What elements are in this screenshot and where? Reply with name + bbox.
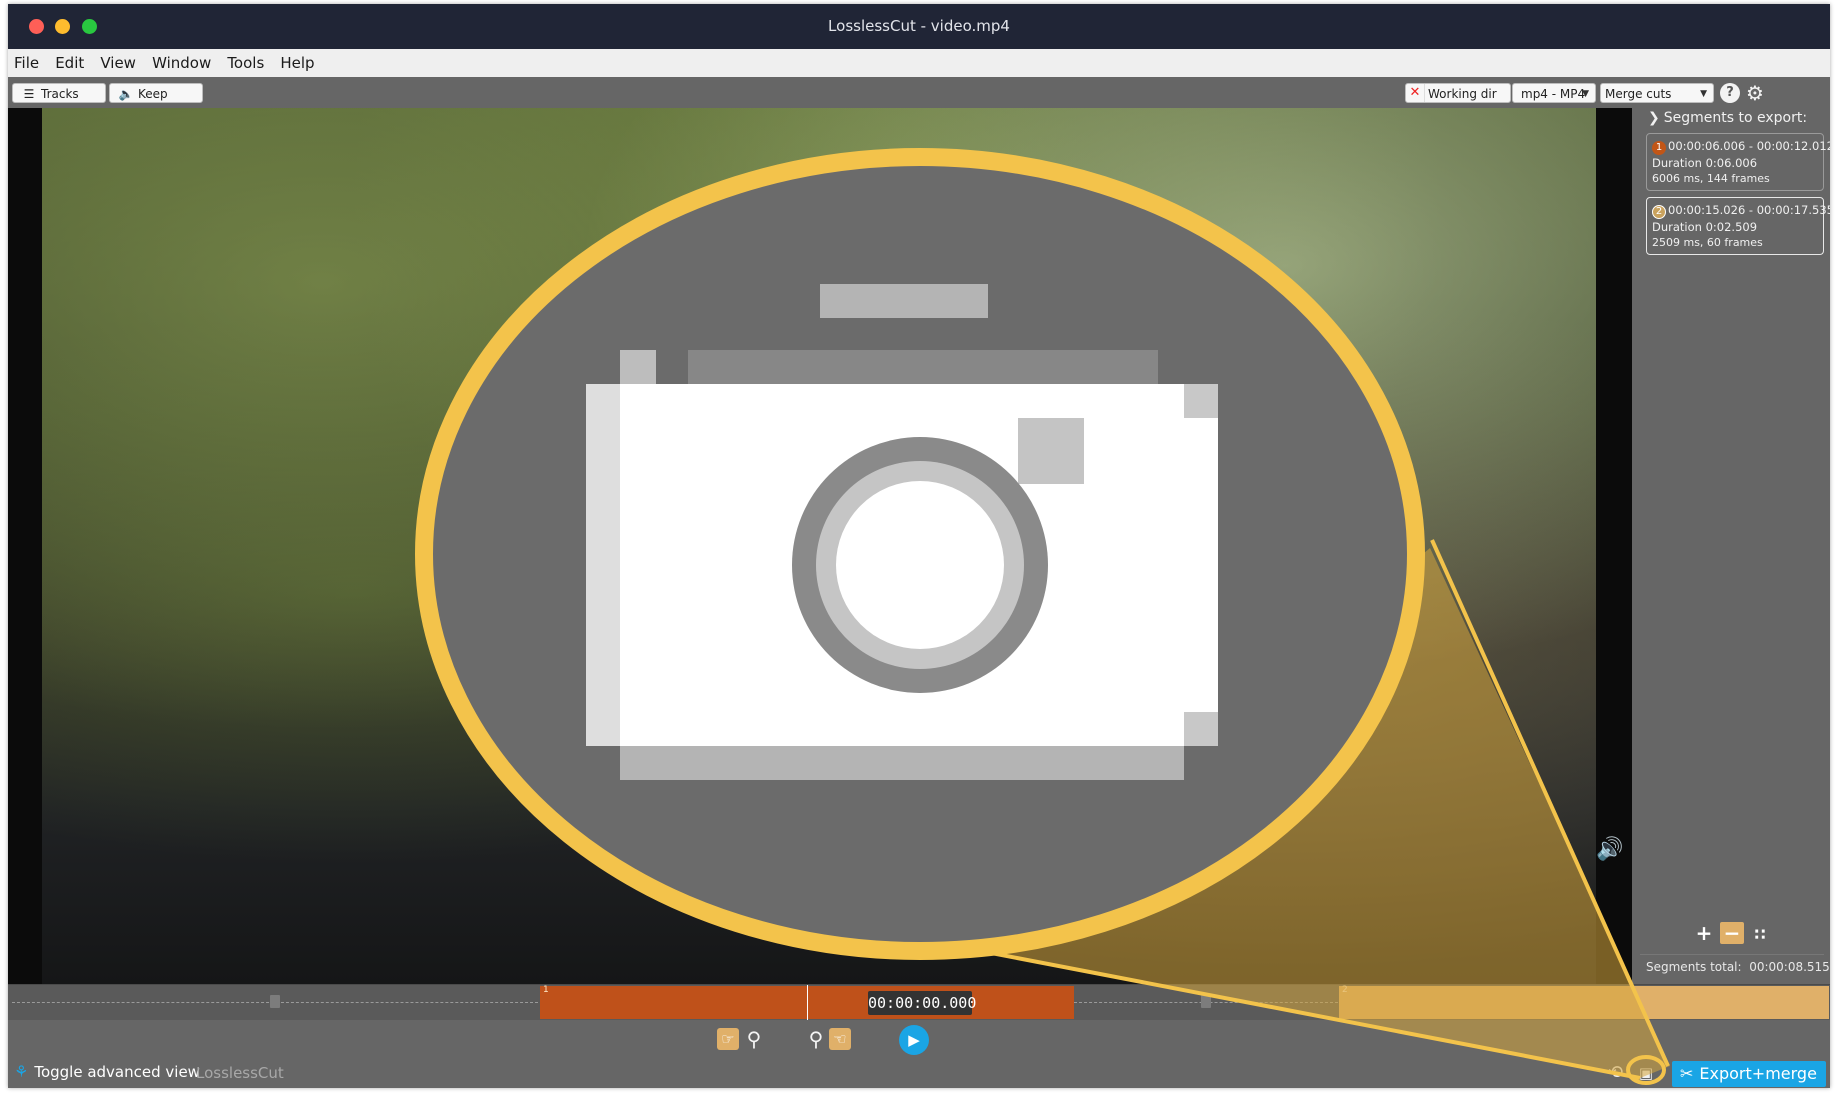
merge-mode-value: Merge cuts (1605, 87, 1672, 101)
toggle-advanced-label: Toggle advanced view (34, 1063, 200, 1081)
menu-window[interactable]: Window (146, 49, 216, 72)
timeline[interactable]: 1 2 00:00:00.000 (8, 984, 1830, 1022)
volume-icon[interactable]: 🔊 (1596, 837, 1623, 862)
working-dir-button[interactable]: ✕ Working dir set (1405, 83, 1511, 121)
format-select[interactable]: mp4 - MP4 ▼ (1512, 83, 1596, 103)
app-window: LosslessCut - video.mp4 File Edit View W… (8, 4, 1830, 1088)
menu-view[interactable]: View (94, 49, 141, 72)
segments-header[interactable]: ❯ Segments to export: (1648, 110, 1807, 126)
segment-marker-label: 2 (1342, 985, 1348, 995)
close-icon[interactable]: ✕ (1406, 84, 1425, 102)
key-icon[interactable]: ⚲ (805, 1028, 827, 1050)
list-icon: ☰ (23, 87, 35, 101)
menu-edit[interactable]: Edit (49, 49, 89, 72)
merge-mode-select[interactable]: Merge cuts ▼ (1600, 83, 1714, 103)
segment-number-badge: 1 (1652, 141, 1666, 155)
segments-total: Segments total: 00:00:08.515 (1646, 960, 1830, 974)
gear-icon[interactable]: ⚙ (1745, 83, 1765, 103)
current-time-display[interactable]: 00:00:00.000 (868, 991, 976, 1015)
segment-range: 00:00:15.026 - 00:00:17.535 (1668, 203, 1830, 217)
top-toolbar: ☰Tracks (2/2) 🔈Keep audio ✕ Working dir … (8, 77, 1830, 121)
advanced-view-icon: ⚘ (14, 1062, 29, 1081)
video-frame (42, 108, 1596, 984)
rotate-icon[interactable]: ⟲ (1608, 1062, 1623, 1083)
segment-marker-label: 1 (543, 985, 549, 995)
minus-icon[interactable]: − (1720, 922, 1744, 944)
segments-header-label: Segments to export: (1663, 110, 1808, 126)
segments-panel: ❯ Segments to export: 1 00:00:06.006 - 00:… (1632, 108, 1830, 984)
plus-icon[interactable]: + (1692, 922, 1716, 944)
divider (1640, 954, 1824, 955)
segment-tools: + − ∷ (1692, 922, 1776, 946)
segment-card[interactable]: 2 00:00:15.026 - 00:00:17.535 Duration 0:… (1646, 197, 1830, 255)
chevron-down-icon: ▼ (1700, 89, 1707, 99)
scissors-icon: ✂ (1680, 1064, 1694, 1083)
trash-icon[interactable] (270, 995, 280, 1008)
segment-duration: Duration 0:02.509 (1652, 220, 1758, 234)
segment-card[interactable]: 1 00:00:06.006 - 00:00:12.012 Duration 0:… (1646, 133, 1830, 191)
window-title: LosslessCut - video.mp4 (828, 17, 1010, 35)
segments-total-value: 00:00:08.515 (1749, 960, 1830, 974)
speaker-icon: 🔈 (118, 87, 134, 101)
menu-bar: File Edit View Window Tools Help (8, 49, 1830, 78)
segment-number-badge: 2 (1652, 205, 1666, 219)
title-bar: LosslessCut - video.mp4 (8, 4, 1830, 49)
chevron-right-icon: ❯ (1648, 110, 1660, 126)
segment-duration: Duration 0:06.006 (1652, 156, 1758, 170)
export-merge-button[interactable]: ✂ Export+merge (1672, 1061, 1826, 1087)
menu-file[interactable]: File (8, 49, 44, 72)
play-icon[interactable]: ▶ (899, 1025, 929, 1055)
help-icon[interactable]: ? (1720, 83, 1740, 103)
app-brand: LosslessCut (196, 1064, 284, 1082)
format-value: mp4 - MP4 (1521, 87, 1586, 101)
trash-icon[interactable] (1201, 995, 1211, 1008)
segment-details: 6006 ms, 144 frames (1652, 172, 1770, 185)
segment-details: 2509 ms, 60 frames (1652, 236, 1763, 249)
menu-help[interactable]: Help (274, 49, 319, 72)
tracks-button[interactable]: ☰Tracks (2/2) (12, 83, 106, 121)
toggle-advanced-view[interactable]: ⚘ Toggle advanced view (14, 1062, 200, 1081)
split-icon[interactable]: ∷ (1748, 924, 1772, 946)
timeline-segment[interactable]: 2 (1339, 985, 1829, 1019)
menu-tools[interactable]: Tools (221, 49, 269, 72)
segments-total-label: Segments total: (1646, 960, 1742, 974)
video-player[interactable] (8, 108, 1632, 984)
keep-audio-button[interactable]: 🔈Keep audio (109, 83, 203, 121)
segment-range: 00:00:06.006 - 00:00:12.012 (1668, 139, 1830, 153)
playhead[interactable] (807, 985, 808, 1021)
chevron-down-icon: ▼ (1582, 89, 1589, 99)
segment-start-icon[interactable]: ☞ (717, 1028, 739, 1050)
export-merge-label: Export+merge (1699, 1064, 1817, 1083)
segment-end-icon[interactable]: ☜ (829, 1028, 851, 1050)
key-icon[interactable]: ⚲ (743, 1028, 765, 1050)
player-controls: ☞ ⚲ ▶ ⚲ ☜ ⚘ Toggle advanced view Lossless… (8, 1020, 1830, 1088)
camera-icon[interactable]: ▣ (1633, 1062, 1659, 1084)
